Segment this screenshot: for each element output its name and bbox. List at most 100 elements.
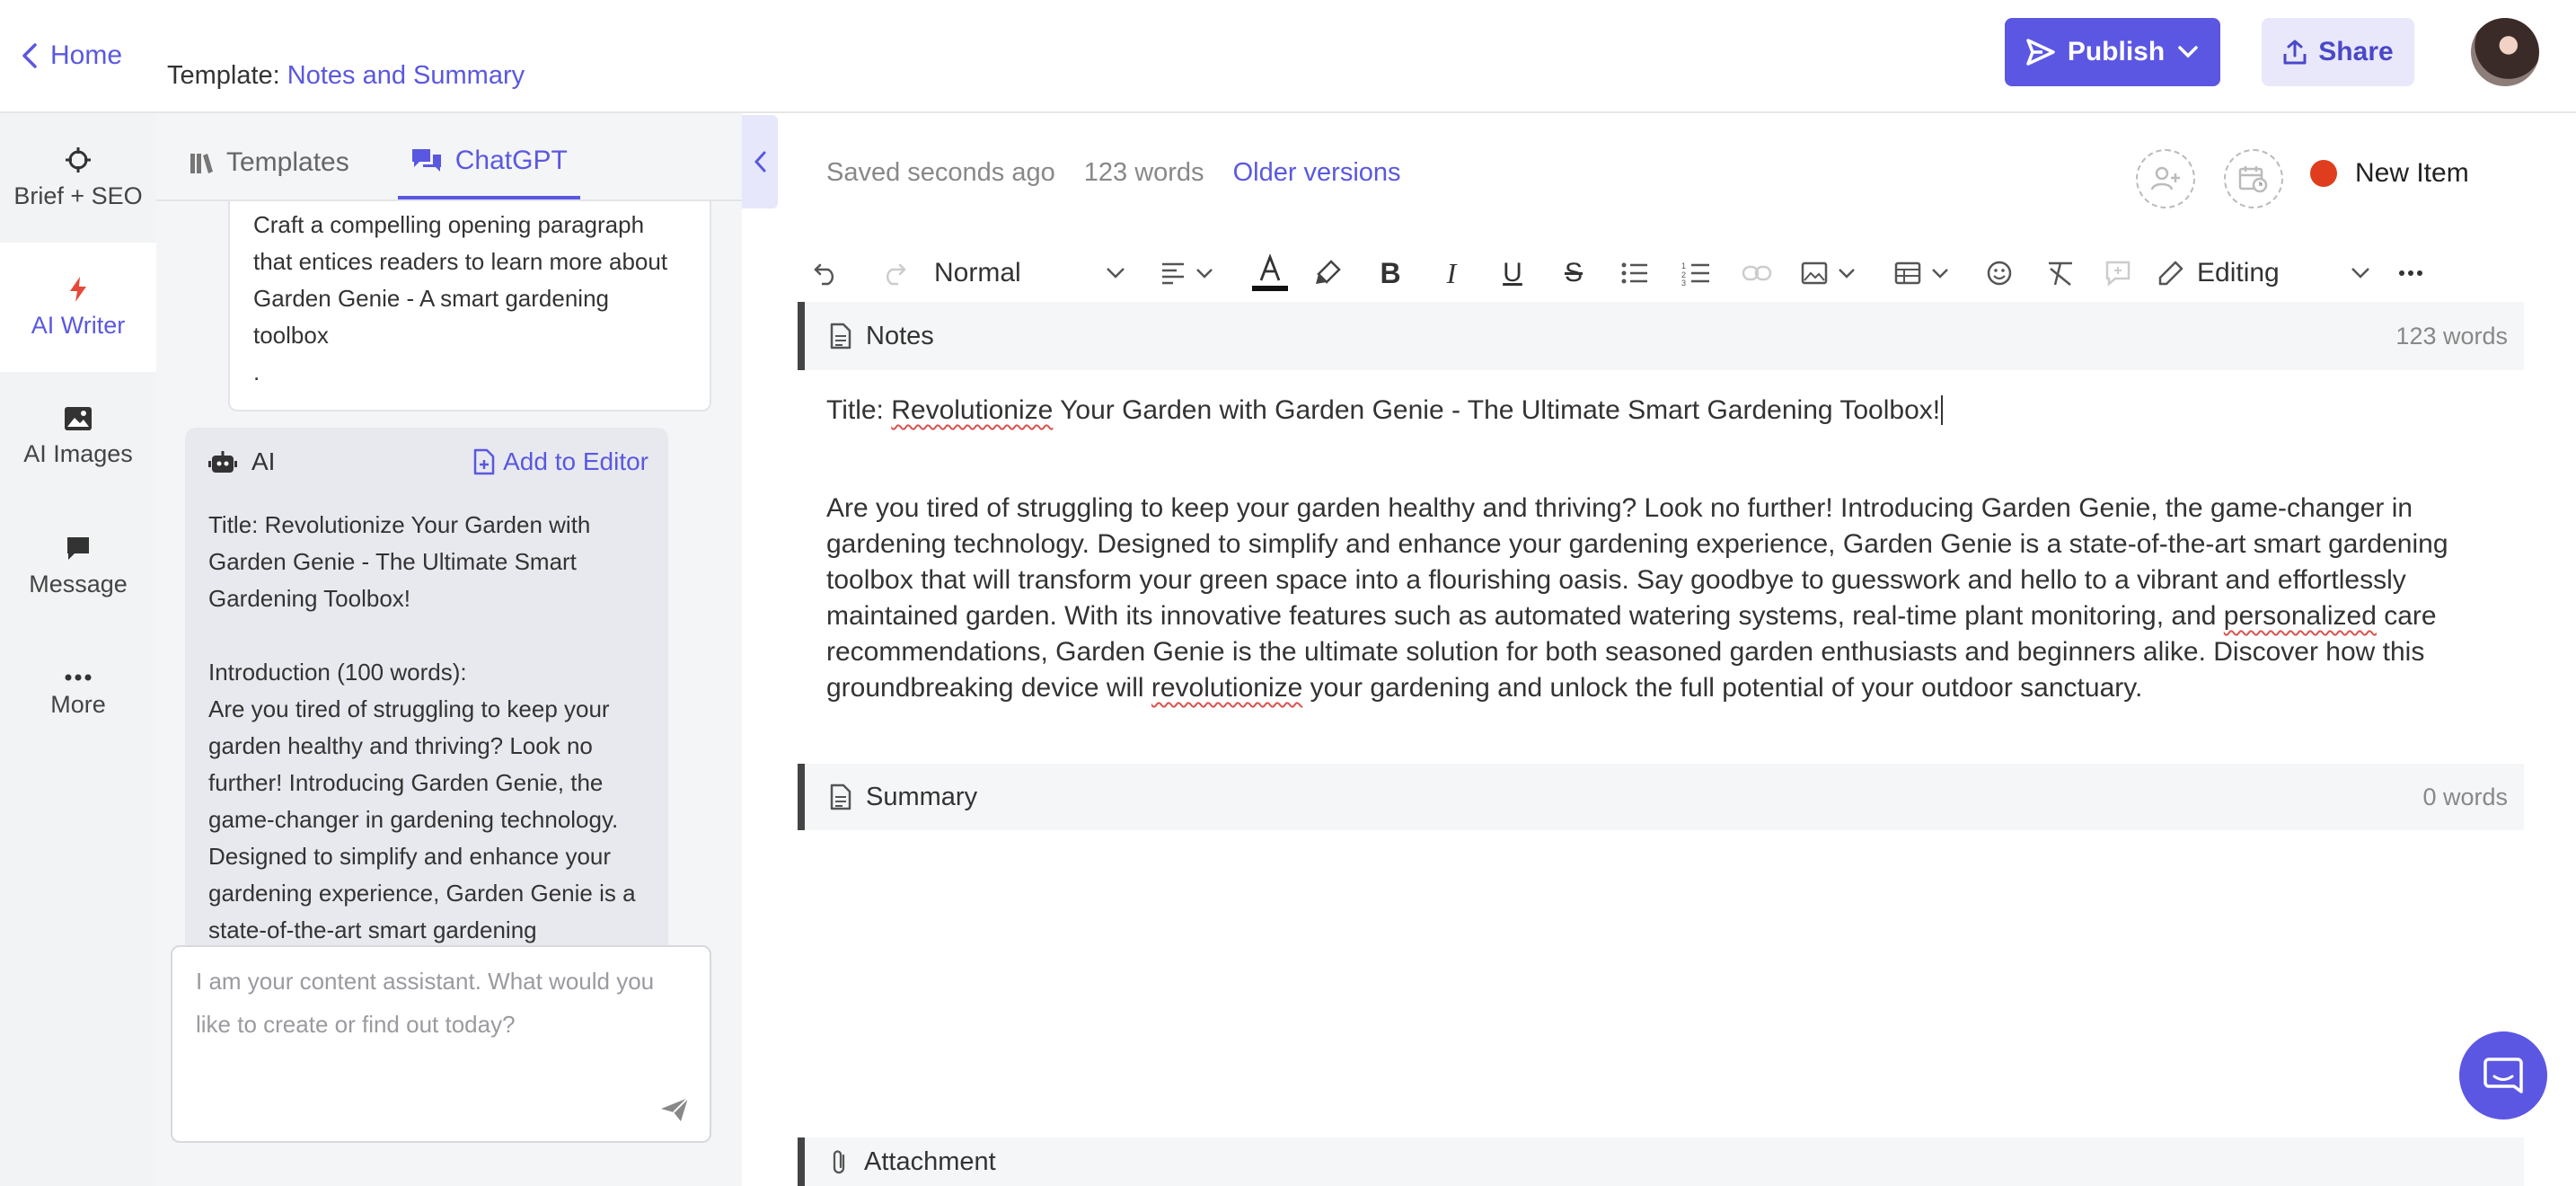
rail-label: More xyxy=(50,690,106,718)
redo-button[interactable] xyxy=(871,244,916,302)
add-to-editor-button[interactable]: Add to Editor xyxy=(472,447,648,476)
send-message-icon[interactable] xyxy=(659,1096,690,1123)
status-selector[interactable]: New Item xyxy=(2310,158,2469,189)
chat-bubble-icon xyxy=(67,536,89,560)
rail-label: AI Writer xyxy=(31,311,126,339)
emoji-button[interactable] xyxy=(1981,244,2017,302)
align-select[interactable] xyxy=(1151,244,1223,302)
chevron-down-icon xyxy=(1196,269,1213,279)
text-cursor xyxy=(1941,395,1944,425)
editing-mode-select[interactable]: Editing xyxy=(2157,244,2371,302)
document-icon xyxy=(830,323,851,350)
insert-table-select[interactable] xyxy=(1888,244,1956,302)
rail-label: Brief + SEO xyxy=(13,181,143,209)
numbered-list-icon: 123 xyxy=(1681,261,1709,286)
status-dot xyxy=(2310,160,2337,187)
document-title[interactable]: Title: Revolutionize Your Garden with Ga… xyxy=(826,395,1944,426)
share-upload-icon xyxy=(2283,40,2307,65)
calendar-clock-icon xyxy=(2238,166,2268,193)
highlight-button[interactable] xyxy=(1310,244,1345,302)
attachment-section-header[interactable]: Attachment xyxy=(798,1137,2524,1186)
rail-label: AI Images xyxy=(23,439,133,467)
chevron-down-icon xyxy=(1932,269,1948,279)
add-document-icon xyxy=(473,448,495,475)
chat-input[interactable]: I am your content assistant. What would … xyxy=(171,945,711,1143)
section-word-count: 123 words xyxy=(2395,322,2508,350)
assign-user-button[interactable] xyxy=(2136,149,2195,208)
misspelled-word[interactable]: revolutionize xyxy=(1151,673,1302,703)
underline-icon: U xyxy=(1503,258,1522,288)
chat-widget-icon xyxy=(2483,1058,2523,1093)
undo-button[interactable] xyxy=(808,244,844,302)
pencil-icon xyxy=(2158,261,2183,286)
panel-tabs: Templates ChatGPT xyxy=(176,126,580,199)
font-color-button[interactable] xyxy=(1243,244,1297,302)
document-icon xyxy=(830,783,851,810)
italic-button[interactable]: I xyxy=(1434,244,1469,302)
strikethrough-button[interactable]: S xyxy=(1556,244,1592,302)
insert-image-select[interactable] xyxy=(1795,244,1863,302)
chevron-down-icon xyxy=(2178,46,2198,58)
ai-response-card: AI Add to Editor Title: Revolutionize Yo… xyxy=(185,428,668,949)
bullet-list-button[interactable] xyxy=(1617,244,1653,302)
redo-icon xyxy=(886,263,906,286)
tab-label: Templates xyxy=(226,147,349,177)
chevron-left-icon xyxy=(754,151,766,173)
status-label: New Item xyxy=(2355,158,2469,188)
prompt-text: Craft a compelling opening paragraph tha… xyxy=(253,211,668,385)
rail-item-message[interactable]: Message xyxy=(0,501,156,631)
rail-item-brief-seo[interactable]: Brief + SEO xyxy=(0,113,156,243)
title-prefix: Title: xyxy=(826,395,892,425)
strikethrough-icon: S xyxy=(1564,258,1583,288)
ai-label: AI xyxy=(251,447,276,475)
misspelled-word[interactable]: Revolutionize xyxy=(891,395,1053,425)
word-count: 123 words xyxy=(1083,158,1204,187)
text-color-icon xyxy=(1252,253,1288,291)
rail-item-ai-writer[interactable]: AI Writer xyxy=(0,243,156,372)
italic-icon: I xyxy=(1446,256,1457,289)
crosshair-icon xyxy=(66,146,91,173)
editor-meta-bar: Saved seconds ago 123 words Older versio… xyxy=(826,158,1401,188)
share-button[interactable]: Share xyxy=(2262,18,2414,86)
tab-chatgpt[interactable]: ChatGPT xyxy=(397,126,580,199)
more-options-button[interactable] xyxy=(2393,244,2429,302)
paperclip-icon xyxy=(833,1150,845,1174)
template-prefix: Template: xyxy=(167,61,280,90)
template-name[interactable]: Notes and Summary xyxy=(287,61,525,90)
older-versions-link[interactable]: Older versions xyxy=(1233,158,1401,188)
schedule-button[interactable] xyxy=(2224,149,2283,208)
chevron-left-icon xyxy=(22,43,37,68)
body-text: your gardening and unlock the full poten… xyxy=(1302,673,2143,703)
chevron-down-icon xyxy=(2351,268,2369,279)
mode-value: Editing xyxy=(2197,258,2280,288)
paragraph-style-select[interactable]: Normal xyxy=(934,244,1126,302)
notes-section-header[interactable]: Notes 123 words xyxy=(798,302,2524,370)
highlighter-icon xyxy=(1316,260,1341,284)
underline-button[interactable]: U xyxy=(1495,244,1531,302)
numbered-list-button[interactable]: 123 xyxy=(1678,244,1714,302)
summary-section-header[interactable]: Summary 0 words xyxy=(798,764,2524,830)
home-link[interactable]: Home xyxy=(20,36,122,75)
svg-text:1: 1 xyxy=(1681,261,1686,270)
tab-templates[interactable]: Templates xyxy=(176,126,362,199)
rail-item-ai-images[interactable]: AI Images xyxy=(0,372,156,501)
user-prompt-card: Craft a compelling opening paragraph tha… xyxy=(228,201,711,412)
link-button[interactable] xyxy=(1739,244,1775,302)
document-body[interactable]: Are you tired of struggling to keep your… xyxy=(826,491,2470,706)
add-to-editor-label: Add to Editor xyxy=(503,447,648,475)
avatar[interactable] xyxy=(2471,18,2539,86)
dots-icon xyxy=(65,674,92,680)
publish-label: Publish xyxy=(2067,37,2166,66)
add-comment-button[interactable] xyxy=(2100,244,2136,302)
bold-button[interactable]: B xyxy=(1372,244,1408,302)
image-icon xyxy=(1801,261,1828,285)
rail-item-more[interactable]: More xyxy=(0,631,156,760)
collapse-panel-button[interactable] xyxy=(742,115,778,208)
section-label: Attachment xyxy=(864,1146,996,1176)
clear-format-button[interactable] xyxy=(2042,244,2078,302)
misspelled-word[interactable]: personalized xyxy=(2224,601,2377,631)
ai-response-header: AI Add to Editor xyxy=(208,447,648,476)
publish-button[interactable]: Publish xyxy=(2005,18,2220,86)
help-chat-button[interactable] xyxy=(2459,1031,2547,1120)
table-icon xyxy=(1894,261,1921,285)
